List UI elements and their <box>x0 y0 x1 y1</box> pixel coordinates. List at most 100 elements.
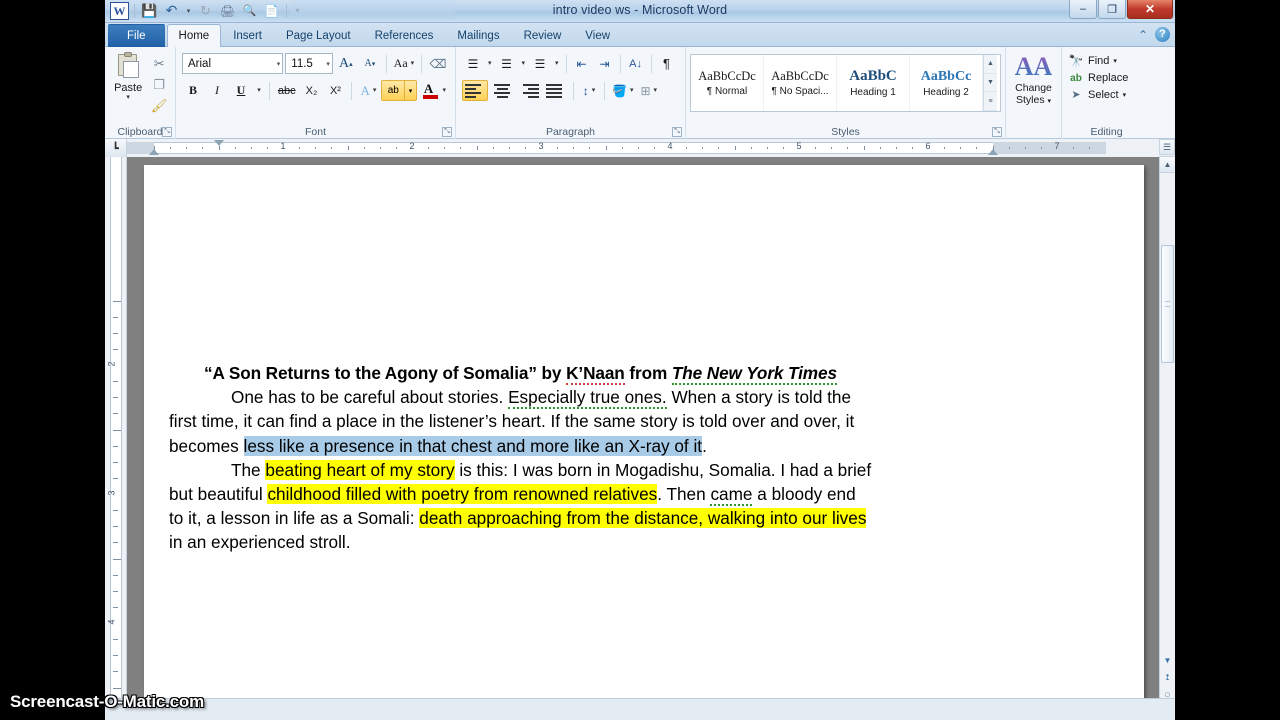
shading-button[interactable]: 🪣▾ <box>609 80 636 101</box>
document-line[interactable]: The beating heart of my story is this: I… <box>169 458 1031 482</box>
justify-button[interactable] <box>543 80 569 101</box>
grow-font-button[interactable]: A▴ <box>335 53 357 74</box>
close-button[interactable]: ✕ <box>1127 0 1173 19</box>
minimize-button[interactable]: – <box>1069 0 1097 19</box>
vertical-ruler-number: 2 <box>107 361 117 366</box>
change-styles-label-2: Styles ▾ <box>1016 94 1051 108</box>
italic-button[interactable]: I <box>206 80 228 101</box>
styles-more-icon[interactable]: ≡ <box>984 92 997 111</box>
tab-references[interactable]: References <box>363 24 446 48</box>
style-item-normal[interactable]: AaBbCcDc ¶ Normal <box>691 55 764 111</box>
document-canvas[interactable]: “A Son Returns to the Agony of Somalia” … <box>127 157 1159 720</box>
document-line[interactable]: One has to be careful about stories. Esp… <box>169 385 1031 409</box>
superscript-button[interactable]: X² <box>324 80 346 101</box>
paragraph-divider-3 <box>651 55 652 73</box>
font-size-combobox[interactable]: 11.5 ▾ <box>285 53 333 74</box>
paste-caret-icon[interactable]: ▾ <box>126 94 130 101</box>
strikethrough-button[interactable]: abc <box>275 80 298 101</box>
change-case-button[interactable]: Aa▾ <box>392 53 416 74</box>
styles-scroll-up-icon[interactable]: ▲ <box>984 55 997 74</box>
borders-button[interactable]: ⊞▾ <box>637 80 660 101</box>
style-item-heading-1[interactable]: AaBbC Heading 1 <box>837 55 910 111</box>
ruler-tick <box>267 147 268 149</box>
multilevel-dropdown-icon[interactable]: ▾ <box>552 53 562 74</box>
first-line-indent-marker[interactable] <box>214 140 224 146</box>
document-text[interactable]: “A Son Returns to the Agony of Somalia” … <box>169 361 1031 555</box>
tab-mailings[interactable]: Mailings <box>445 24 511 48</box>
format-painter-icon[interactable]: 🖌 <box>151 97 168 114</box>
styles-scroll-down-icon[interactable]: ▼ <box>984 74 997 93</box>
bullets-button[interactable]: ☰ <box>462 53 484 74</box>
find-button[interactable]: 🔭 Find ▾ <box>1066 52 1147 70</box>
paragraph-dialog-launcher[interactable]: ⤡ <box>672 127 682 137</box>
subscript-button[interactable]: X₂ <box>300 80 322 101</box>
previous-page-button[interactable]: ↥ <box>1160 669 1175 686</box>
font-color-button[interactable]: A ▾ <box>419 80 449 101</box>
multilevel-list-button[interactable]: ☰ <box>529 53 551 74</box>
select-caret-icon[interactable]: ▾ <box>1123 91 1127 99</box>
scroll-up-button[interactable]: ▲ <box>1160 157 1175 173</box>
shrink-font-button[interactable]: A▾ <box>359 53 381 74</box>
clipboard-dialog-launcher[interactable]: ⤡ <box>162 127 172 137</box>
restore-button[interactable]: ❐ <box>1098 0 1126 19</box>
ruler-tick <box>880 147 881 149</box>
document-line[interactable]: but beautiful childhood filled with poet… <box>169 482 1031 506</box>
align-right-button[interactable] <box>516 80 542 101</box>
tab-page-layout[interactable]: Page Layout <box>274 24 363 48</box>
bullets-dropdown-icon[interactable]: ▾ <box>485 53 495 74</box>
numbering-dropdown-icon[interactable]: ▾ <box>519 53 529 74</box>
clear-formatting-icon[interactable]: ⌫ <box>427 53 449 74</box>
underline-button[interactable]: U <box>230 80 252 101</box>
change-styles-button[interactable]: AA Change Styles ▾ <box>1005 47 1061 139</box>
tab-file[interactable]: File <box>108 24 165 48</box>
text-effects-button[interactable]: A▾ <box>357 80 379 101</box>
minimize-ribbon-icon[interactable]: ⌃ <box>1138 28 1148 42</box>
styles-dialog-launcher[interactable]: ⤡ <box>992 127 1002 137</box>
align-left-button[interactable] <box>462 80 488 101</box>
tab-review[interactable]: Review <box>512 24 574 48</box>
cut-icon[interactable]: ✂ <box>151 55 168 72</box>
align-center-button[interactable] <box>489 80 515 101</box>
vertical-scrollbar[interactable]: ▲ ▼ ↥ ○ ↧ <box>1159 157 1175 720</box>
text-highlight-color-button[interactable]: ab ▾ <box>381 80 416 101</box>
show-formatting-marks-button[interactable]: ¶ <box>656 53 678 74</box>
styles-gallery[interactable]: AaBbCcDc ¶ Normal AaBbCcDc ¶ No Spaci...… <box>690 54 1001 112</box>
styles-gallery-scroll[interactable]: ▲ ▼ ≡ <box>983 55 997 111</box>
tab-view[interactable]: View <box>573 24 622 48</box>
line-spacing-button[interactable]: ↕▾ <box>578 80 600 101</box>
right-indent-marker[interactable] <box>988 149 998 155</box>
split-window-icon[interactable]: ☰ <box>1159 139 1175 155</box>
scroll-down-button[interactable]: ▼ <box>1160 652 1175 669</box>
tab-insert[interactable]: Insert <box>221 24 274 48</box>
copy-icon[interactable]: ❐ <box>151 76 168 93</box>
increase-indent-button[interactable]: ⇥ <box>594 53 616 74</box>
document-page[interactable]: “A Son Returns to the Agony of Somalia” … <box>144 165 1144 720</box>
document-line[interactable]: first time, it can find a place in the l… <box>169 409 1031 433</box>
scrollbar-thumb[interactable] <box>1161 245 1174 363</box>
left-indent-marker[interactable] <box>149 149 159 155</box>
select-button[interactable]: ➤ Select ▾ <box>1066 86 1147 103</box>
tab-stop-selector[interactable]: ┗ <box>105 139 127 157</box>
document-title-line[interactable]: “A Son Returns to the Agony of Somalia” … <box>169 361 1031 385</box>
window-controls[interactable]: – ❐ ✕ <box>1068 0 1173 19</box>
document-line[interactable]: to it, a lesson in life as a Somali: dea… <box>169 506 1031 530</box>
decrease-indent-button[interactable]: ⇤ <box>571 53 593 74</box>
change-styles-caret-icon[interactable]: ▾ <box>1048 98 1052 105</box>
bold-button[interactable]: B <box>182 80 204 101</box>
help-icon[interactable]: ? <box>1155 27 1170 42</box>
underline-dropdown-icon[interactable]: ▾ <box>254 80 264 101</box>
style-item-no-spacing[interactable]: AaBbCcDc ¶ No Spaci... <box>764 55 837 111</box>
document-line[interactable]: becomes less like a presence in that che… <box>169 434 1031 458</box>
highlight-dropdown-icon[interactable]: ▾ <box>404 81 416 100</box>
sort-button[interactable]: A↓ <box>625 53 647 74</box>
horizontal-ruler[interactable]: 1234567 <box>127 139 1159 157</box>
document-line[interactable]: in an experienced stroll. <box>169 530 1031 554</box>
vertical-ruler[interactable]: 234 <box>105 157 127 720</box>
replace-button[interactable]: ab Replace <box>1066 70 1147 86</box>
numbering-button[interactable]: ☰ <box>496 53 518 74</box>
font-name-combobox[interactable]: Arial ▾ <box>182 53 283 74</box>
find-caret-icon[interactable]: ▾ <box>1113 57 1117 65</box>
tab-home[interactable]: Home <box>167 24 222 48</box>
style-item-heading-2[interactable]: AaBbCc Heading 2 <box>910 55 983 111</box>
font-dialog-launcher[interactable]: ⤡ <box>442 127 452 137</box>
